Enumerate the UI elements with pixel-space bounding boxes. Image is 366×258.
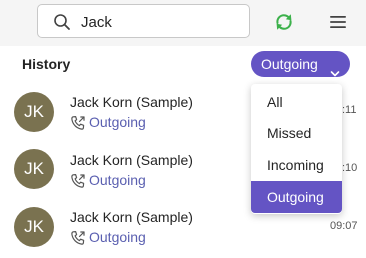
call-time: :11: [342, 104, 357, 116]
outgoing-call-icon: [70, 173, 86, 189]
search-box[interactable]: [37, 4, 250, 38]
avatar: JK: [14, 92, 54, 132]
search-input[interactable]: [81, 12, 241, 32]
outgoing-call-icon: [70, 115, 86, 131]
search-icon: [53, 13, 71, 31]
contact-name: Jack Korn (Sample): [70, 209, 193, 225]
call-type: Outgoing: [89, 229, 146, 245]
chevron-down-icon: [330, 60, 340, 77]
refresh-icon[interactable]: [273, 11, 295, 33]
contact-name: Jack Korn (Sample): [70, 94, 193, 110]
avatar: JK: [14, 207, 54, 247]
history-filter-dropdown[interactable]: Outgoing: [251, 51, 350, 77]
filter-dropdown-menu: All Missed Incoming Outgoing: [251, 84, 342, 214]
filter-option-missed[interactable]: Missed: [251, 117, 342, 149]
history-title: History: [22, 56, 71, 72]
avatar: JK: [14, 149, 54, 189]
filter-option-incoming[interactable]: Incoming: [251, 149, 342, 181]
call-type: Outgoing: [89, 172, 146, 188]
history-filter-selected: Outgoing: [261, 56, 318, 72]
contact-name: Jack Korn (Sample): [70, 152, 193, 168]
call-time: :10: [342, 162, 358, 174]
filter-option-all[interactable]: All: [251, 86, 342, 118]
filter-option-outgoing[interactable]: Outgoing: [251, 181, 342, 213]
outgoing-call-icon: [70, 230, 86, 246]
call-time: 09:07: [330, 220, 358, 232]
top-bar: [0, 0, 366, 46]
call-type: Outgoing: [89, 114, 146, 130]
hamburger-menu-icon[interactable]: [328, 14, 348, 30]
